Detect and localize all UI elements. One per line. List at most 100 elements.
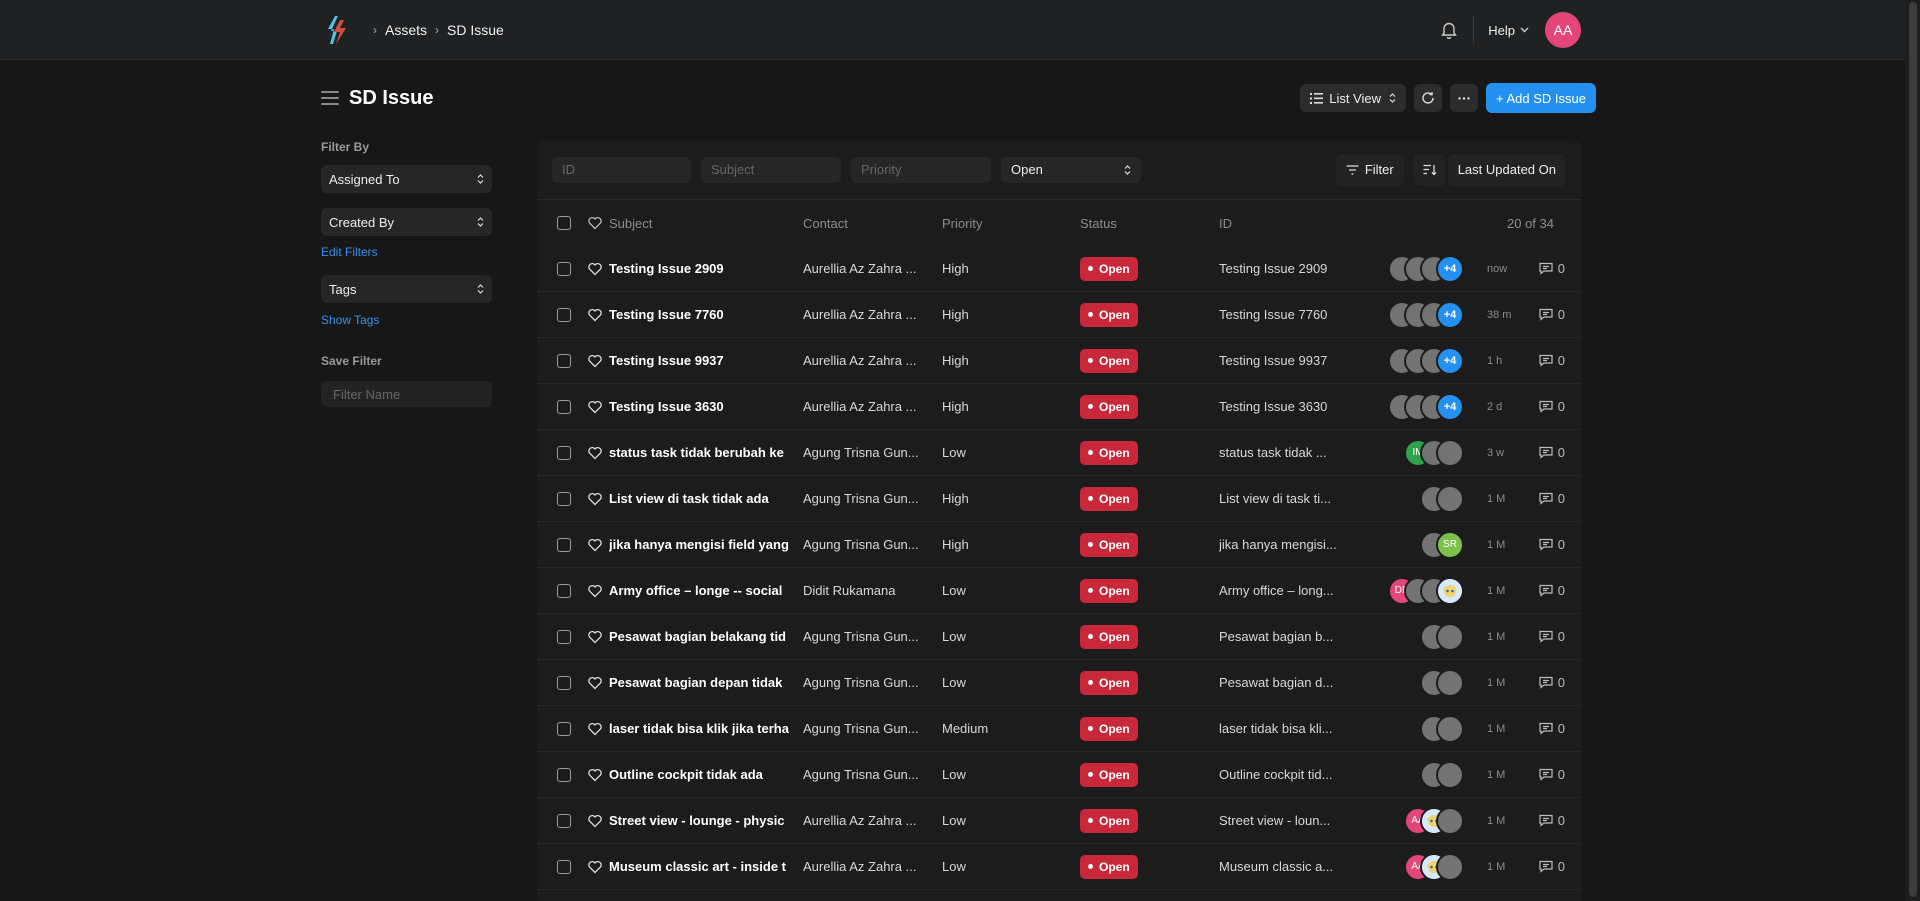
sort-direction-button[interactable] bbox=[1413, 153, 1446, 186]
row-comments[interactable]: 0 bbox=[1539, 583, 1565, 598]
row-comments[interactable]: 0 bbox=[1539, 675, 1565, 690]
row-checkbox[interactable] bbox=[557, 399, 571, 414]
app-logo-icon[interactable] bbox=[321, 14, 353, 46]
edit-filters-link[interactable]: Edit Filters bbox=[321, 245, 492, 259]
table-row[interactable]: Testing Issue 9937 Aurellia Az Zahra ...… bbox=[537, 338, 1581, 384]
row-checkbox[interactable] bbox=[557, 813, 571, 828]
heart-icon[interactable] bbox=[587, 215, 603, 231]
row-checkbox[interactable] bbox=[557, 445, 571, 460]
row-comments[interactable]: 0 bbox=[1539, 721, 1565, 736]
row-comments[interactable]: 0 bbox=[1539, 629, 1565, 644]
help-dropdown[interactable]: Help bbox=[1488, 23, 1529, 38]
created-by-select[interactable]: Created By bbox=[321, 208, 492, 236]
user-avatar[interactable]: AA bbox=[1545, 12, 1581, 48]
breadcrumb-sd-issue[interactable]: SD Issue bbox=[447, 22, 504, 38]
row-checkbox[interactable] bbox=[557, 583, 571, 598]
breadcrumb-assets[interactable]: Assets bbox=[385, 22, 427, 38]
tags-select[interactable]: Tags bbox=[321, 275, 492, 303]
row-checkbox[interactable] bbox=[557, 629, 571, 644]
sidebar-toggle-icon[interactable] bbox=[321, 91, 339, 105]
table-row[interactable]: Museum classic art - inside t Aurellia A… bbox=[537, 844, 1581, 890]
table-row[interactable]: Pesawat bagian depan tidak Agung Trisna … bbox=[537, 660, 1581, 706]
view-switcher-button[interactable]: List View bbox=[1300, 84, 1407, 112]
table-row[interactable]: Testing Issue 2909 Aurellia Az Zahra ...… bbox=[537, 246, 1581, 292]
priority-filter-input[interactable]: Priority bbox=[851, 156, 991, 183]
row-checkbox[interactable] bbox=[557, 537, 571, 552]
row-comments[interactable]: 0 bbox=[1539, 261, 1565, 276]
row-comments[interactable]: 0 bbox=[1539, 813, 1565, 828]
row-subject[interactable]: Outline cockpit tidak ada bbox=[609, 767, 789, 782]
table-row[interactable]: List view di task tidak ada Agung Trisna… bbox=[537, 476, 1581, 522]
row-subject[interactable]: Street view - lounge - physic bbox=[609, 813, 789, 828]
heart-icon[interactable] bbox=[587, 675, 603, 691]
show-tags-link[interactable]: Show Tags bbox=[321, 313, 492, 327]
heart-icon[interactable] bbox=[587, 767, 603, 783]
row-subject[interactable]: jika hanya mengisi field yang bbox=[609, 537, 789, 552]
heart-icon[interactable] bbox=[587, 307, 603, 323]
row-comments[interactable]: 0 bbox=[1539, 859, 1565, 874]
assigned-to-select[interactable]: Assigned To bbox=[321, 165, 492, 193]
row-subject[interactable]: Testing Issue 3630 bbox=[609, 399, 789, 414]
row-contact: Agung Trisna Gun... bbox=[803, 629, 919, 644]
table-row[interactable]: Army office – longe -- social Didit Ruka… bbox=[537, 568, 1581, 614]
heart-icon[interactable] bbox=[587, 399, 603, 415]
row-subject[interactable]: Museum classic art - inside t bbox=[609, 859, 789, 874]
filter-button[interactable]: Filter bbox=[1335, 153, 1404, 186]
row-comments[interactable]: 0 bbox=[1539, 767, 1565, 782]
heart-icon[interactable] bbox=[587, 813, 603, 829]
notification-bell-icon[interactable] bbox=[1439, 20, 1459, 40]
row-subject[interactable]: laser tidak bisa klik jika terha bbox=[609, 721, 789, 736]
heart-icon[interactable] bbox=[587, 859, 603, 875]
heart-icon[interactable] bbox=[587, 629, 603, 645]
heart-icon[interactable] bbox=[587, 353, 603, 369]
table-row[interactable]: Street view - lounge - physic Aurellia A… bbox=[537, 798, 1581, 844]
heart-icon[interactable] bbox=[587, 261, 603, 277]
heart-icon[interactable] bbox=[587, 583, 603, 599]
row-subject[interactable]: Testing Issue 7760 bbox=[609, 307, 789, 322]
sort-by-button[interactable]: Last Updated On bbox=[1447, 153, 1566, 186]
subject-filter-input[interactable]: Subject bbox=[701, 156, 841, 183]
reload-button[interactable] bbox=[1414, 84, 1443, 112]
table-row[interactable]: laser tidak bisa klik jika terha Agung T… bbox=[537, 706, 1581, 752]
table-row[interactable]: jika hanya mengisi field yang Agung Tris… bbox=[537, 522, 1581, 568]
table-row[interactable]: Testing Issue 7760 Aurellia Az Zahra ...… bbox=[537, 292, 1581, 338]
row-checkbox[interactable] bbox=[557, 721, 571, 736]
row-checkbox[interactable] bbox=[557, 767, 571, 782]
status-filter-select[interactable]: Open bbox=[1001, 156, 1141, 183]
heart-icon[interactable] bbox=[587, 491, 603, 507]
row-subject[interactable]: Pesawat bagian belakang tid bbox=[609, 629, 789, 644]
table-row[interactable]: status task tidak berubah ke Agung Trisn… bbox=[537, 430, 1581, 476]
row-checkbox[interactable] bbox=[557, 307, 571, 322]
row-comments[interactable]: 0 bbox=[1539, 491, 1565, 506]
heart-icon[interactable] bbox=[587, 537, 603, 553]
row-subject[interactable]: List view di task tidak ada bbox=[609, 491, 789, 506]
row-comments[interactable]: 0 bbox=[1539, 353, 1565, 368]
row-comments[interactable]: 0 bbox=[1539, 307, 1565, 322]
row-subject[interactable]: Army office – longe -- social bbox=[609, 583, 789, 598]
heart-icon[interactable] bbox=[587, 445, 603, 461]
row-comments[interactable]: 0 bbox=[1539, 399, 1565, 414]
page-scrollbar[interactable] bbox=[1905, 0, 1920, 901]
scrollbar-thumb[interactable] bbox=[1909, 2, 1917, 897]
select-all-checkbox[interactable] bbox=[557, 216, 571, 230]
table-row[interactable]: Pesawat bagian belakang tid Agung Trisna… bbox=[537, 614, 1581, 660]
row-subject[interactable]: Pesawat bagian depan tidak bbox=[609, 675, 789, 690]
id-filter-input[interactable]: ID bbox=[552, 156, 691, 183]
row-comments[interactable]: 0 bbox=[1539, 445, 1565, 460]
row-modified-time: 1 M bbox=[1487, 676, 1506, 689]
row-checkbox[interactable] bbox=[557, 261, 571, 276]
row-checkbox[interactable] bbox=[557, 675, 571, 690]
row-comments[interactable]: 0 bbox=[1539, 537, 1565, 552]
row-subject[interactable]: status task tidak berubah ke bbox=[609, 445, 789, 460]
add-sd-issue-button[interactable]: + Add SD Issue bbox=[1486, 83, 1596, 113]
table-row[interactable]: Outline cockpit tidak ada Agung Trisna G… bbox=[537, 752, 1581, 798]
row-checkbox[interactable] bbox=[557, 859, 571, 874]
row-checkbox[interactable] bbox=[557, 491, 571, 506]
row-subject[interactable]: Testing Issue 9937 bbox=[609, 353, 789, 368]
row-checkbox[interactable] bbox=[557, 353, 571, 368]
heart-icon[interactable] bbox=[587, 721, 603, 737]
table-row[interactable]: Testing Issue 3630 Aurellia Az Zahra ...… bbox=[537, 384, 1581, 430]
row-subject[interactable]: Testing Issue 2909 bbox=[609, 261, 789, 276]
filter-name-input[interactable]: Filter Name bbox=[321, 381, 492, 407]
more-options-button[interactable] bbox=[1450, 84, 1479, 112]
